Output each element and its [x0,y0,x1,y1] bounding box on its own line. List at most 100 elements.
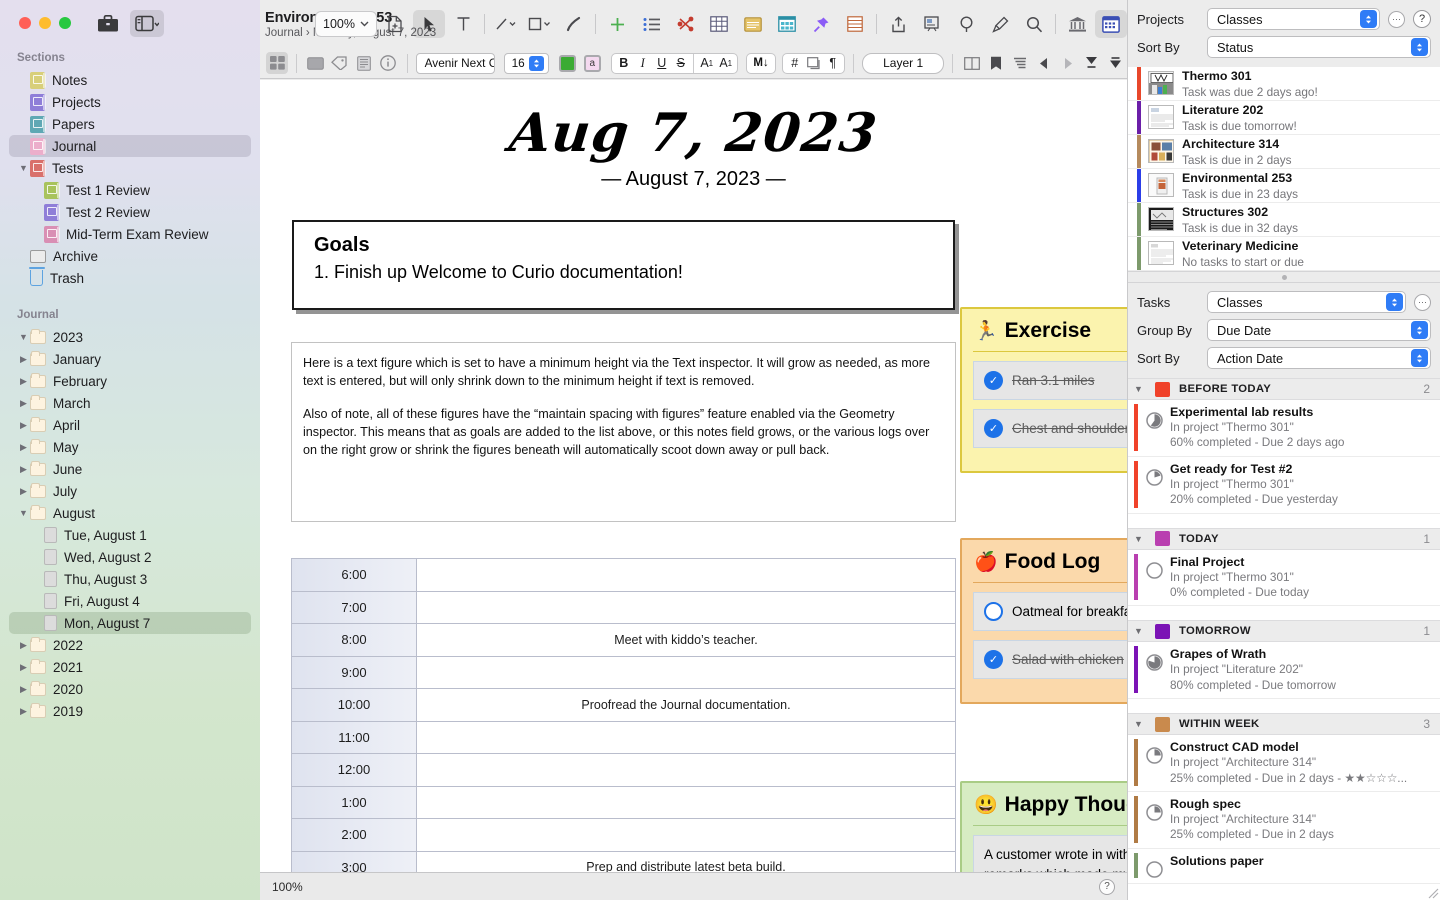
briefcase-icon[interactable] [92,10,124,37]
library-icon[interactable] [1061,10,1093,38]
tasks-collection-select[interactable]: Classes [1207,291,1406,313]
sidebar-item-mid-term-exam-review[interactable]: · Mid-Term Exam Review [9,223,251,245]
task-group-header[interactable]: ▼ WITHIN WEEK 3 [1128,713,1440,736]
schedule-entry[interactable] [417,657,955,689]
task-row[interactable]: Solutions paper [1128,849,1440,884]
chevron-updown-icon[interactable] [1386,293,1403,311]
list-item[interactable]: ✓ Chest and shoulders [973,409,1127,448]
journal-item-2020[interactable]: ▶ 2020 [9,678,251,700]
schedule-row[interactable]: 8:00 Meet with kiddo’s teacher. [292,624,955,657]
canvas[interactable]: Aug 7, 2023 — August 7, 2023 — Goals 1. … [260,80,1127,872]
underline-button[interactable]: U [652,52,671,74]
journal-item-2022[interactable]: ▶ 2022 [9,634,251,656]
journal-item-thu-august-3[interactable]: · Thu, August 3 [9,568,251,590]
markdown-button[interactable]: M↓ [746,52,776,74]
notes-figure[interactable]: Here is a text figure which is set to ha… [291,342,956,522]
task-row[interactable]: Grapes of Wrath In project "Literature 20… [1128,642,1440,700]
figure-inspector-icon[interactable] [305,52,327,74]
chevron-right-icon[interactable]: ▶ [17,706,30,717]
chevron-right-icon[interactable]: ▶ [17,486,30,497]
task-progress-icon[interactable] [1146,747,1163,764]
card-food-log[interactable]: 🍎 Food Log Oatmeal for breakfast ✓ Salad… [960,538,1127,704]
chevron-right-icon[interactable]: ▶ [17,398,30,409]
shadow-button[interactable] [804,52,823,74]
filter-icon[interactable] [1105,52,1127,74]
journal-item-july[interactable]: ▶ July [9,480,251,502]
sidebar-item-test-1-review[interactable]: · Test 1 Review [9,179,251,201]
journal-item-2023[interactable]: ▼ 2023 [9,326,251,348]
journal-item-mon-august-7[interactable]: · Mon, August 7 [9,612,251,634]
list-item[interactable]: A customer wrote in with kind remarks wh… [973,835,1127,872]
schedule-row[interactable]: 2:00 [292,819,955,852]
pen-tool-icon[interactable] [558,10,590,38]
schedule-row[interactable]: 7:00 [292,591,955,624]
panel-splitter[interactable] [1128,271,1440,283]
checkbox-checked-icon[interactable]: ✓ [984,371,1003,390]
tasks-header[interactable]: Tasks Classes ⋯ Group By Due Date Sort B… [1128,283,1440,378]
sidebar-item-papers[interactable]: · Papers [9,113,251,135]
sidebar-item-journal[interactable]: · Journal [9,135,251,157]
organizer-icon[interactable] [1095,10,1127,38]
schedule-row[interactable]: 6:00 [292,559,955,592]
subscript-button[interactable]: A1 [716,52,735,74]
format-bar[interactable]: Avenir Next C... 16 a B I U S A1 A1 [260,48,1127,79]
highlighter-icon[interactable] [984,10,1016,38]
list-item[interactable]: ✓ Ran 3.1 miles [973,361,1127,400]
sidebar-item-archive[interactable]: · Archive [9,245,251,267]
align-icon[interactable] [1009,52,1031,74]
paragraph-marks-button[interactable]: ¶ [823,52,842,74]
font-family-field[interactable]: Avenir Next C... [415,52,496,74]
chevron-updown-icon[interactable] [1360,10,1377,28]
journal-item-february[interactable]: ▶ February [9,370,251,392]
goals-figure[interactable]: Goals 1. Finish up Welcome to Curio docu… [292,220,955,310]
task-row[interactable]: Construct CAD model In project "Architect… [1128,735,1440,792]
next-icon[interactable] [1057,52,1079,74]
pointer-tool-icon[interactable] [413,10,445,38]
highlight-color-swatch[interactable]: a [584,54,601,72]
presentation-icon[interactable] [916,10,948,38]
line-tool-icon[interactable] [490,10,522,38]
bold-button[interactable]: B [614,52,633,74]
journal-tree[interactable]: ▼ 2023 ▶ January ▶ February ▶ March ▶ April ▶ May ▶ J… [0,323,260,722]
font-size-stepper[interactable] [528,55,544,71]
bookmark-icon[interactable] [985,52,1007,74]
tasks-sort-select[interactable]: Action Date [1207,347,1431,369]
chevron-down-icon[interactable]: ▼ [1134,626,1146,636]
project-row[interactable]: Literature 202 Task is due tomorrow! [1128,101,1440,135]
task-row[interactable]: Rough spec In project "Architecture 314" 2… [1128,792,1440,849]
schedule-table[interactable]: 6:00 7:00 8:00 Meet with kiddo’s teacher. 9:… [291,558,956,872]
schedule-row[interactable]: 10:00 Proofread the Journal documentation… [292,689,955,722]
project-row[interactable]: Environmental 253 Task is due in 23 days [1128,169,1440,203]
projects-collection-select[interactable]: Classes [1207,8,1380,30]
task-progress-icon[interactable] [1146,412,1163,429]
sidebar-item-test-2-review[interactable]: · Test 2 Review [9,201,251,223]
zoom-selector[interactable]: 100% [315,11,377,37]
task-progress-icon[interactable] [1146,561,1163,579]
pin-icon[interactable] [805,10,837,38]
sidebar-toggle-icon[interactable] [130,10,164,37]
list-item[interactable]: ✓ Salad with chicken [973,640,1127,679]
table-icon[interactable] [703,10,735,38]
schedule-entry[interactable] [417,819,955,851]
journal-item-tue-august-1[interactable]: · Tue, August 1 [9,524,251,546]
chevron-down-icon[interactable]: ▼ [1134,534,1146,544]
mindmap-icon[interactable] [669,10,701,38]
chevron-right-icon[interactable]: ▶ [17,662,30,673]
sidebar-item-projects[interactable]: · Projects [9,91,251,113]
add-figure-icon[interactable] [601,10,633,38]
projects-header[interactable]: Projects Classes ⋯ ? Sort By Status [1128,0,1440,67]
shape-tool-icon[interactable] [524,10,556,38]
chevron-down-icon[interactable]: ▼ [17,508,30,518]
schedule-entry[interactable]: Meet with kiddo’s teacher. [417,624,955,656]
schedule-entry[interactable] [417,722,955,754]
project-row[interactable]: Thermo 301 Task was due 2 days ago! [1128,67,1440,101]
main-toolbar[interactable]: 100% [315,0,1127,48]
sidebar-item-trash[interactable]: · Trash [9,267,251,289]
chevron-down-icon[interactable]: ▼ [1134,384,1146,394]
project-row[interactable]: Architecture 314 Task is due in 2 days [1128,135,1440,169]
task-group-header[interactable]: ▼ TODAY 1 [1128,527,1440,550]
extra-format-group[interactable]: # ¶ [782,52,846,74]
close-button[interactable] [19,17,31,29]
chevron-right-icon[interactable]: ▶ [17,442,30,453]
italic-button[interactable]: I [633,52,652,74]
